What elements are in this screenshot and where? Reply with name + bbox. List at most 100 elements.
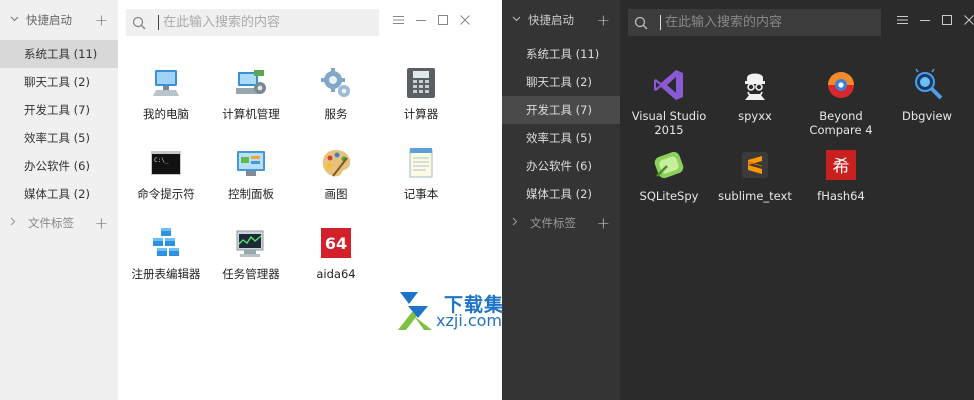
search-box[interactable]	[126, 9, 379, 36]
app-label: SQLiteSpy	[639, 189, 699, 203]
fhash64-icon: 希	[824, 148, 858, 182]
app-label: 计算机管理	[222, 107, 280, 121]
add-tag-icon[interactable]: +	[95, 214, 108, 233]
window-controls	[896, 12, 974, 28]
computer-management-icon	[234, 66, 268, 100]
sidebar-item-6[interactable]: 媒体工具 (2)	[0, 180, 118, 208]
search-input[interactable]	[665, 15, 875, 30]
app-tile[interactable]: 我的电脑	[123, 66, 209, 121]
app-tile[interactable]: 计算机管理	[208, 66, 294, 121]
control-panel-icon	[234, 146, 268, 180]
chevron-down-icon[interactable]	[10, 15, 24, 25]
launcher-window-light: 快捷启动 + 系统工具 (11) 聊天工具 (2) 开发工具 (7) 效率工具 (5)…	[0, 0, 474, 400]
app-label: 任务管理器	[222, 267, 280, 281]
app-tile[interactable]: 计算器	[378, 66, 464, 121]
app-tile[interactable]: 控制面板	[208, 146, 294, 201]
app-tile[interactable]: sublime_text	[712, 148, 798, 203]
app-label: 画图	[324, 187, 348, 201]
file-tags-label: 文件标签	[28, 216, 74, 230]
add-tag-icon[interactable]: +	[597, 214, 610, 233]
app-label: Beyond Compare 4	[809, 109, 873, 137]
app-tile[interactable]: SQLiteSpy	[626, 148, 712, 203]
chevron-right-icon[interactable]	[512, 217, 526, 229]
sidebar-item-5[interactable]: 办公软件 (6)	[502, 152, 620, 180]
search-box[interactable]	[628, 9, 881, 36]
app-tile[interactable]: 服务	[293, 66, 379, 121]
sidebar-item-3[interactable]: 开发工具 (7)	[0, 96, 118, 124]
menu-icon[interactable]	[896, 12, 909, 28]
sidebar-item-5[interactable]: 办公软件 (6)	[0, 152, 118, 180]
close-icon[interactable]	[458, 12, 471, 28]
app-tile[interactable]: 希 fHash64	[798, 148, 884, 203]
svg-text:C:\_: C:\_	[154, 157, 169, 164]
sidebar-item-6[interactable]: 媒体工具 (2)	[502, 180, 620, 208]
app-tile[interactable]: 注册表编辑器	[123, 226, 209, 281]
close-icon[interactable]	[962, 12, 974, 28]
app-label: Visual Studio 2015	[631, 109, 707, 137]
spyxx-icon	[738, 68, 772, 102]
watermark-url: xzji.com	[436, 311, 503, 330]
app-tile[interactable]: 画图	[293, 146, 379, 201]
sidebar-item-1[interactable]: 系统工具 (11)	[0, 40, 118, 68]
text-caret	[660, 15, 661, 30]
search-input[interactable]	[163, 15, 373, 30]
sidebar: 快捷启动 + 系统工具 (11) 聊天工具 (2) 开发工具 (7) 效率工具 (5)…	[502, 0, 620, 400]
sidebar-item-3[interactable]: 开发工具 (7)	[502, 96, 620, 124]
visual-studio-icon	[652, 68, 686, 102]
app-label: 命令提示符	[137, 187, 195, 201]
add-category-icon[interactable]: +	[95, 11, 108, 30]
minimize-icon[interactable]	[918, 12, 931, 28]
app-tile[interactable]: Dbgview	[884, 68, 970, 123]
minimize-icon[interactable]	[414, 12, 427, 28]
app-tile[interactable]: spyxx	[712, 68, 798, 123]
computer-icon	[149, 66, 183, 100]
file-tags-label: 文件标签	[530, 216, 576, 230]
calculator-icon	[404, 66, 438, 100]
app-label: sublime_text	[718, 189, 792, 203]
menu-icon[interactable]	[392, 12, 405, 28]
quick-launch-label: 快捷启动	[26, 13, 72, 27]
notepad-icon	[404, 146, 438, 180]
dbgview-icon	[910, 68, 944, 102]
app-label: 服务	[324, 107, 348, 121]
search-icon	[132, 16, 146, 30]
sidebar-item-2[interactable]: 聊天工具 (2)	[502, 68, 620, 96]
site-watermark: 下载集 xzji.com	[394, 290, 544, 334]
app-label: 记事本	[403, 187, 439, 201]
maximize-icon[interactable]	[436, 12, 449, 28]
app-tile[interactable]: C:\_ 命令提示符	[123, 146, 209, 201]
quick-launch-label: 快捷启动	[528, 13, 574, 27]
window-controls	[392, 12, 471, 28]
app-label: fHash64	[817, 189, 865, 203]
launcher-window-dark: 快捷启动 + 系统工具 (11) 聊天工具 (2) 开发工具 (7) 效率工具 (5)…	[502, 0, 974, 400]
app-label: Dbgview	[902, 109, 952, 123]
add-category-icon[interactable]: +	[597, 11, 610, 30]
svg-text:希: 希	[833, 157, 850, 177]
registry-editor-icon	[149, 226, 183, 260]
app-label: spyxx	[738, 109, 772, 123]
sidebar: 快捷启动 + 系统工具 (11) 聊天工具 (2) 开发工具 (7) 效率工具 (5)…	[0, 0, 118, 400]
app-tile[interactable]: 记事本	[378, 146, 464, 201]
aida64-icon: 64	[319, 226, 353, 260]
paint-palette-icon	[319, 146, 353, 180]
sidebar-item-1[interactable]: 系统工具 (11)	[502, 40, 620, 68]
sidebar-item-2[interactable]: 聊天工具 (2)	[0, 68, 118, 96]
app-tile[interactable]: Visual Studio 2015	[626, 68, 712, 137]
sidebar-item-4[interactable]: 效率工具 (5)	[0, 124, 118, 152]
file-tags-header[interactable]: 文件标签 +	[502, 208, 620, 238]
app-label: 注册表编辑器	[131, 267, 201, 281]
sidebar-item-4[interactable]: 效率工具 (5)	[502, 124, 620, 152]
maximize-icon[interactable]	[940, 12, 953, 28]
app-label: 我的电脑	[143, 107, 189, 121]
chevron-right-icon[interactable]	[10, 217, 24, 229]
app-tile[interactable]: 任务管理器	[208, 226, 294, 281]
file-tags-header[interactable]: 文件标签 +	[0, 208, 118, 238]
app-tile[interactable]: Beyond Compare 4	[798, 68, 884, 137]
search-icon	[634, 16, 648, 30]
quick-launch-header[interactable]: 快捷启动 +	[0, 0, 118, 40]
app-tile[interactable]: 64 aida64	[293, 226, 379, 281]
chevron-down-icon[interactable]	[512, 15, 526, 25]
app-label: aida64	[316, 267, 356, 281]
panel-divider	[474, 0, 502, 400]
quick-launch-header[interactable]: 快捷启动 +	[502, 0, 620, 40]
